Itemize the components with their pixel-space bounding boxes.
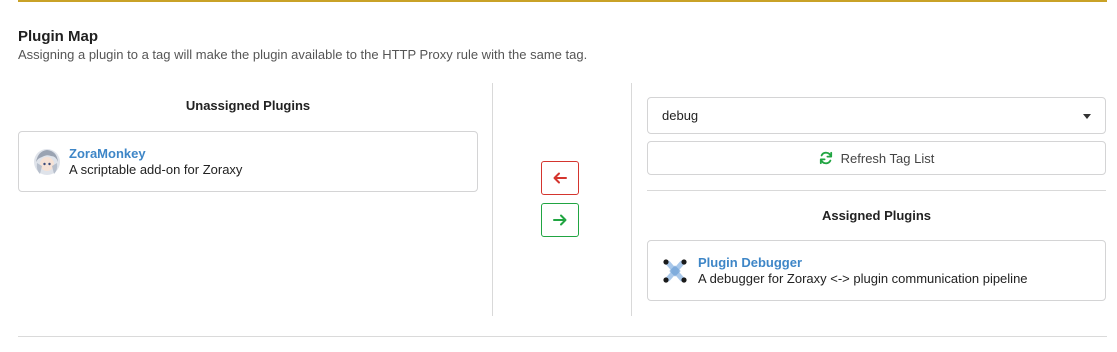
plugin-name-link[interactable]: ZoraMonkey bbox=[69, 146, 242, 162]
assign-button[interactable] bbox=[541, 203, 579, 237]
top-accent-rule bbox=[18, 0, 1107, 2]
divider-right bbox=[631, 83, 632, 316]
unassigned-heading: Unassigned Plugins bbox=[185, 98, 311, 113]
plugin-name-link[interactable]: Plugin Debugger bbox=[698, 255, 1028, 271]
unassign-button[interactable] bbox=[541, 161, 579, 195]
page-description: Assigning a plugin to a tag will make th… bbox=[18, 47, 588, 62]
refresh-label: Refresh Tag List bbox=[840, 150, 935, 166]
divider-left bbox=[492, 83, 493, 316]
unassigned-plugin-card[interactable]: ZoraMonkey A scriptable add-on for Zorax… bbox=[18, 131, 478, 192]
tag-select-value: debug bbox=[662, 108, 699, 123]
avatar-icon bbox=[33, 148, 61, 176]
assigned-column: Assigned Plugins bbox=[647, 208, 1106, 223]
page-title: Plugin Map bbox=[18, 28, 98, 45]
arrow-left-icon bbox=[553, 172, 567, 184]
plugin-description: A debugger for Zoraxy <-> plugin communi… bbox=[698, 270, 1028, 286]
unassigned-column: Unassigned Plugins bbox=[18, 98, 478, 113]
assigned-heading: Assigned Plugins bbox=[821, 208, 932, 223]
refresh-icon bbox=[819, 151, 833, 165]
bottom-divider bbox=[18, 336, 1107, 337]
refresh-tag-list-button[interactable]: Refresh Tag List bbox=[647, 141, 1106, 175]
tag-select-dropdown[interactable]: debug bbox=[647, 97, 1106, 134]
assigned-plugin-card[interactable]: Plugin Debugger A debugger for Zoraxy <-… bbox=[647, 240, 1106, 301]
debugger-icon bbox=[662, 258, 688, 284]
arrow-right-icon bbox=[553, 214, 567, 226]
caret-down-icon bbox=[1083, 114, 1091, 119]
assigned-section-divider bbox=[647, 190, 1106, 191]
plugin-description: A scriptable add-on for Zoraxy bbox=[69, 161, 243, 177]
